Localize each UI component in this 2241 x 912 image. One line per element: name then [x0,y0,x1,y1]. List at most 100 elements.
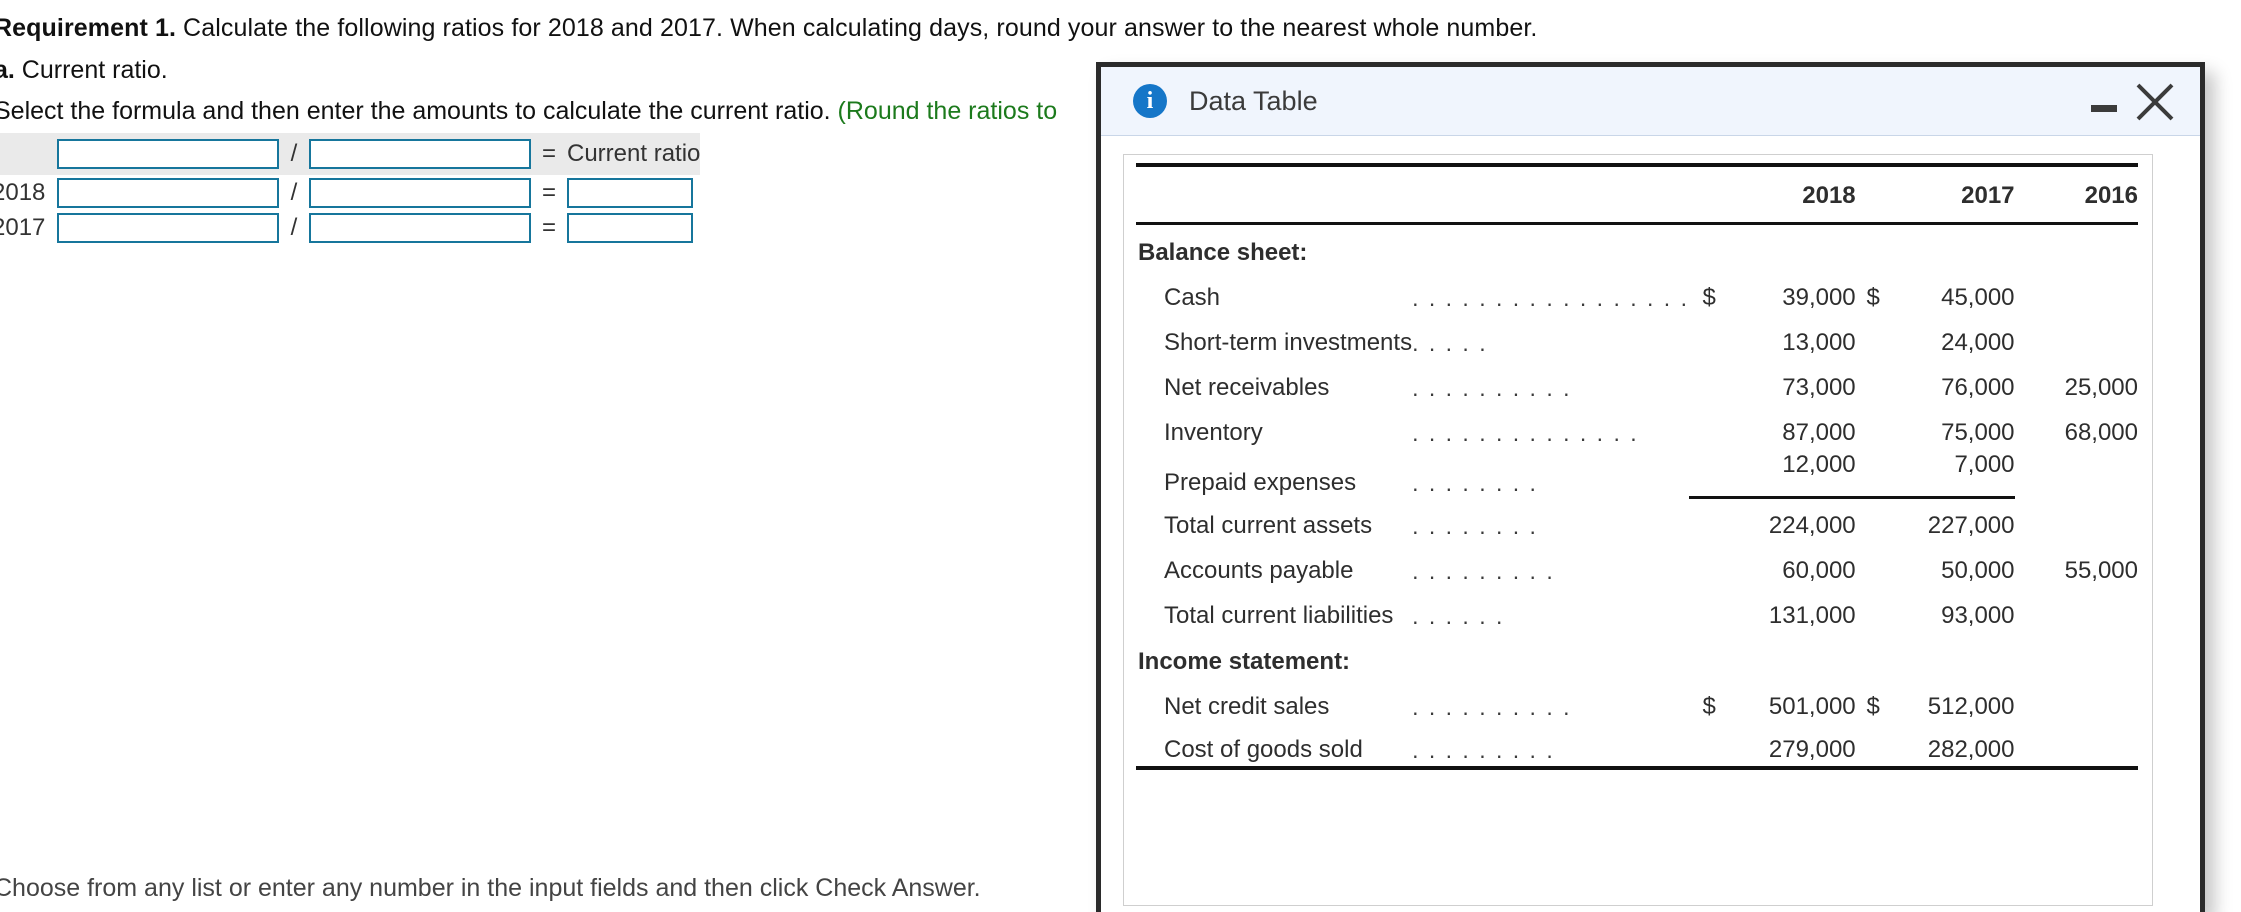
row-currency-2 [1856,404,1880,449]
result-input-2017[interactable] [567,212,693,243]
denominator-input-2017[interactable] [309,212,531,243]
row-value-2017: 76,000 [1941,374,2015,401]
row-year-2018: 2018 [0,175,54,210]
table-row: Cash . . . . . . . . . . . . . . . . . $… [1136,269,2138,314]
row-value-2018 [1716,223,1856,269]
row-dots [1412,223,1689,269]
table-row: Short-term investments . . . . . 13,000 … [1136,314,2138,359]
row-value-2017 [1880,632,2015,678]
numerator-cell-2018 [57,175,279,210]
instruction-rounding-note: (Round the ratios to [837,97,1058,125]
row-currency-2 [1856,632,1880,678]
row-dots: . . . . . . . . . . [1412,694,1572,720]
row-value-2018: 13,000 [1782,329,1856,356]
row-currency [1689,723,1716,768]
minimize-button[interactable] [2091,105,2117,112]
row-label: Net receivables [1164,374,1330,401]
row-currency-2 [1856,223,1880,269]
row-value-2018: 73,000 [1782,374,1856,401]
table-row: Income statement: [1136,632,2138,678]
row-label: Balance sheet: [1138,239,1308,266]
row-currency [1688,449,1716,499]
data-table-panel: 2018 2017 2016 Balance sheet: Cash . . .… [1123,154,2153,906]
row-currency-2 [1856,587,1880,632]
row-label: Total current liabilities [1164,602,1394,629]
dialog-header: i Data Table [1101,67,2200,136]
requirement-number: Requirement 1. [0,14,177,42]
row-value-2016 [2015,223,2138,269]
row-value-2017: 75,000 [1941,419,2015,446]
row-value-2016 [2015,314,2138,359]
instruction-line: Select the formula and then enter the am… [0,97,1057,126]
row-dots: . . . . . . . . . . . . . . [1412,420,1639,446]
close-icon [2136,83,2174,121]
row-currency [1689,632,1716,678]
row-value-2016: 55,000 [2064,557,2138,584]
row-currency-2 [1856,497,1880,542]
header-2016: 2016 [2084,182,2138,209]
row-currency-2 [1856,723,1880,768]
row-label: Total current assets [1164,512,1373,539]
header-currency-spacer-2 [1856,172,1880,218]
subquestion-line: a. Current ratio. [0,56,168,85]
header-currency-spacer [1689,172,1716,218]
row-label: Cash [1164,284,1221,311]
row-value-2016 [2015,497,2138,542]
row-value-2016 [2015,723,2138,768]
row-currency-2 [1856,359,1880,404]
result-input-2018[interactable] [567,177,693,208]
header-spacer [1412,172,1689,218]
table-row: Net credit sales . . . . . . . . . . $ 5… [1136,678,2138,723]
header-blank [1136,172,1412,218]
data-table-dialog: i Data Table 2018 2017 2016 Balance shee… [1096,62,2205,912]
row-currency-2: $ [1866,284,1880,311]
table-row: Total current assets . . . . . . . . 224… [1136,497,2138,542]
row-value-2018: 39,000 [1782,284,1856,311]
row-value-2017: 227,000 [1927,512,2015,539]
close-button[interactable] [2132,75,2178,127]
numerator-input-2018[interactable] [57,177,279,208]
table-row: 2017 / = [0,210,701,245]
row-currency [1689,223,1716,269]
worksheet-panel: Requirement 1. Calculate the following r… [0,0,1537,912]
divider-slash: / [279,210,309,245]
formula-numerator-input[interactable] [57,139,279,169]
row-value-2017: 7,000 [1879,449,2015,499]
header-year-cell [0,133,54,175]
header-2018: 2018 [1802,182,1856,209]
instruction-text: Select the formula and then enter the am… [0,97,838,125]
row-currency-2 [1856,314,1880,359]
row-dots: . . . . . . . . . [1412,558,1555,584]
rule [1136,163,2138,172]
table-row: 2018 / = [0,175,701,210]
dialog-title: Data Table [1189,86,1318,116]
row-dots: . . . . . . . . [1412,470,1538,496]
row-dots: . . . . . [1412,330,1488,356]
formula-denominator-cell [309,133,531,175]
row-value-2018: 224,000 [1768,512,1856,539]
row-dots: . . . . . . . . . [1412,737,1555,763]
row-value-2018: 87,000 [1782,419,1856,446]
row-value-2018: 60,000 [1782,557,1856,584]
row-label: Inventory [1164,419,1263,446]
denominator-cell-2018 [309,175,531,210]
row-dots: . . . . . . . . . . . . . . . . . [1412,285,1689,311]
row-value-2017: 45,000 [1941,284,2015,311]
screen: Requirement 1. Calculate the following r… [0,0,2241,912]
numerator-input-2017[interactable] [57,212,279,243]
table-row: Accounts payable . . . . . . . . . 60,00… [1136,542,2138,587]
row-value-2016 [2015,269,2138,314]
row-value-2018 [1716,632,1856,678]
row-currency [1689,359,1716,404]
info-icon: i [1133,84,1167,118]
row-dots: . . . . . . [1412,603,1505,629]
header-2017: 2017 [1961,182,2015,209]
denominator-input-2018[interactable] [309,177,531,208]
row-currency-2 [1855,449,1880,499]
denominator-cell-2017 [309,210,531,245]
requirement-text: Calculate the following ratios for 2018 … [176,14,1538,42]
dialog-scrollbar[interactable] [2186,137,2200,907]
formula-denominator-input[interactable] [309,139,531,169]
table-bottom-rule [1136,766,2138,774]
dialog-body: 2018 2017 2016 Balance sheet: Cash . . .… [1101,136,2200,912]
